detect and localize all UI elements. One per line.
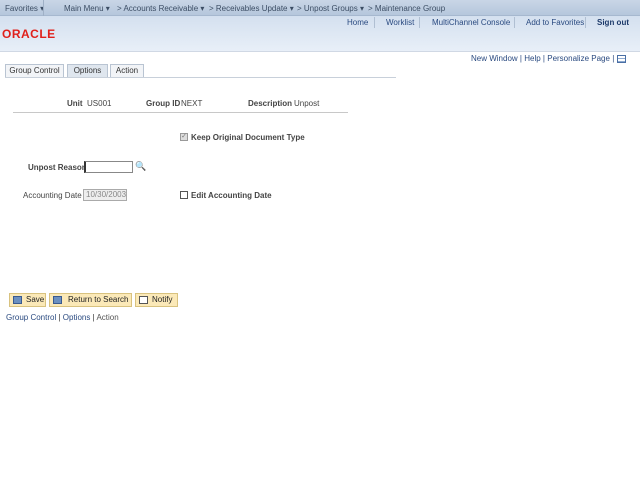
personalize-page-link[interactable]: Personalize Page bbox=[547, 54, 610, 63]
sign-out-link[interactable]: Sign out bbox=[597, 18, 629, 27]
breadcrumb-maintenance-group: > Maintenance Group bbox=[368, 4, 446, 13]
keep-original-document-type-label: Keep Original Document Type bbox=[191, 133, 305, 142]
grid-icon[interactable] bbox=[616, 54, 626, 63]
accounting-date-label: Accounting Date bbox=[23, 191, 82, 200]
worklist-link[interactable]: Worklist bbox=[386, 18, 414, 27]
home-link[interactable]: Home bbox=[347, 18, 368, 27]
footer-link-action[interactable]: Action bbox=[96, 313, 118, 322]
notify-button[interactable]: Notify bbox=[135, 293, 178, 307]
edit-accounting-date-label: Edit Accounting Date bbox=[191, 191, 272, 200]
tab-action[interactable]: Action bbox=[110, 64, 144, 77]
main-menu[interactable]: Main Menu ▾ bbox=[64, 4, 110, 13]
new-window-link[interactable]: New Window bbox=[471, 54, 518, 63]
tab-options[interactable]: Options bbox=[67, 64, 108, 77]
tab-group-control[interactable]: Group Control bbox=[5, 64, 64, 77]
breadcrumb-accounts-receivable[interactable]: > Accounts Receivable ▾ bbox=[117, 4, 204, 13]
description-value: Unpost bbox=[294, 99, 320, 108]
favorites-menu[interactable]: Favorites ▾ bbox=[5, 4, 44, 13]
footer-tab-links: Group Control | Options | Action bbox=[6, 313, 119, 322]
group-id-value: NEXT bbox=[181, 99, 203, 108]
unit-value: US001 bbox=[87, 99, 112, 108]
description-label: Description bbox=[248, 99, 293, 108]
footer-link-group-control[interactable]: Group Control bbox=[6, 313, 56, 322]
unit-label: Unit bbox=[67, 99, 83, 108]
lookup-search-icon[interactable]: 🔍 bbox=[135, 161, 146, 172]
accounting-date-field: 10/30/2003 bbox=[83, 189, 127, 201]
divider bbox=[43, 0, 44, 16]
unpost-reason-label: Unpost Reason bbox=[28, 163, 87, 172]
breadcrumb-unpost-groups[interactable]: > Unpost Groups ▾ bbox=[297, 4, 364, 13]
unpost-reason-input[interactable] bbox=[84, 161, 133, 173]
group-id-label: Group ID bbox=[146, 99, 181, 108]
footer-link-options[interactable]: Options bbox=[63, 313, 91, 322]
add-to-favorites-link[interactable]: Add to Favorites bbox=[526, 18, 584, 27]
tab-underline bbox=[5, 77, 396, 78]
multichannel-console-link[interactable]: MultiChannel Console bbox=[432, 18, 510, 27]
oracle-logo: ORACLE bbox=[2, 27, 56, 41]
return-to-search-button[interactable]: Return to Search bbox=[49, 293, 132, 307]
save-button[interactable]: Save bbox=[9, 293, 46, 307]
keep-original-document-type-checkbox[interactable]: ✓ bbox=[180, 133, 188, 141]
breadcrumb-receivables-update[interactable]: > Receivables Update ▾ bbox=[209, 4, 294, 13]
notify-icon bbox=[139, 296, 148, 304]
return-search-icon bbox=[53, 296, 62, 304]
help-link[interactable]: Help bbox=[524, 54, 540, 63]
divider bbox=[13, 112, 348, 113]
edit-accounting-date-checkbox[interactable] bbox=[180, 191, 188, 199]
save-icon bbox=[13, 296, 22, 304]
top-nav-bar: Favorites ▾ Main Menu ▾ > Accounts Recei… bbox=[0, 0, 640, 16]
page-toolbar: New Window | Help | Personalize Page | bbox=[471, 54, 626, 63]
